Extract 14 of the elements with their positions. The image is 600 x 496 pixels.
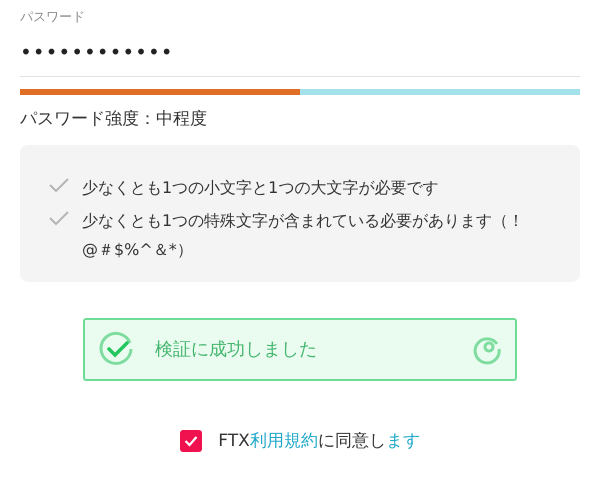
terms-link[interactable]: ます — [386, 430, 420, 450]
agree-checkbox[interactable] — [180, 430, 202, 452]
terms-link[interactable]: 利用規約 — [250, 430, 318, 450]
check-icon — [48, 176, 70, 192]
check-circle-icon — [97, 330, 135, 368]
check-icon — [48, 210, 70, 226]
requirement-text: 少なくとも1つの小文字と1つの大文字が必要です — [82, 176, 438, 198]
field-label: パスワード — [20, 9, 85, 27]
agreement-text: FTX利用規約に同意し ます — [218, 430, 420, 452]
requirement-text: 少なくとも1つの特殊文字が含まれている必要があります（！@＃$%^＆*） — [82, 210, 526, 260]
strength-label: パスワード強度：中程度 — [20, 108, 207, 131]
password-field[interactable]: •••••••••••• — [20, 36, 580, 77]
checkmark-icon — [184, 435, 198, 448]
verification-text: 検証に成功しました — [155, 338, 317, 362]
